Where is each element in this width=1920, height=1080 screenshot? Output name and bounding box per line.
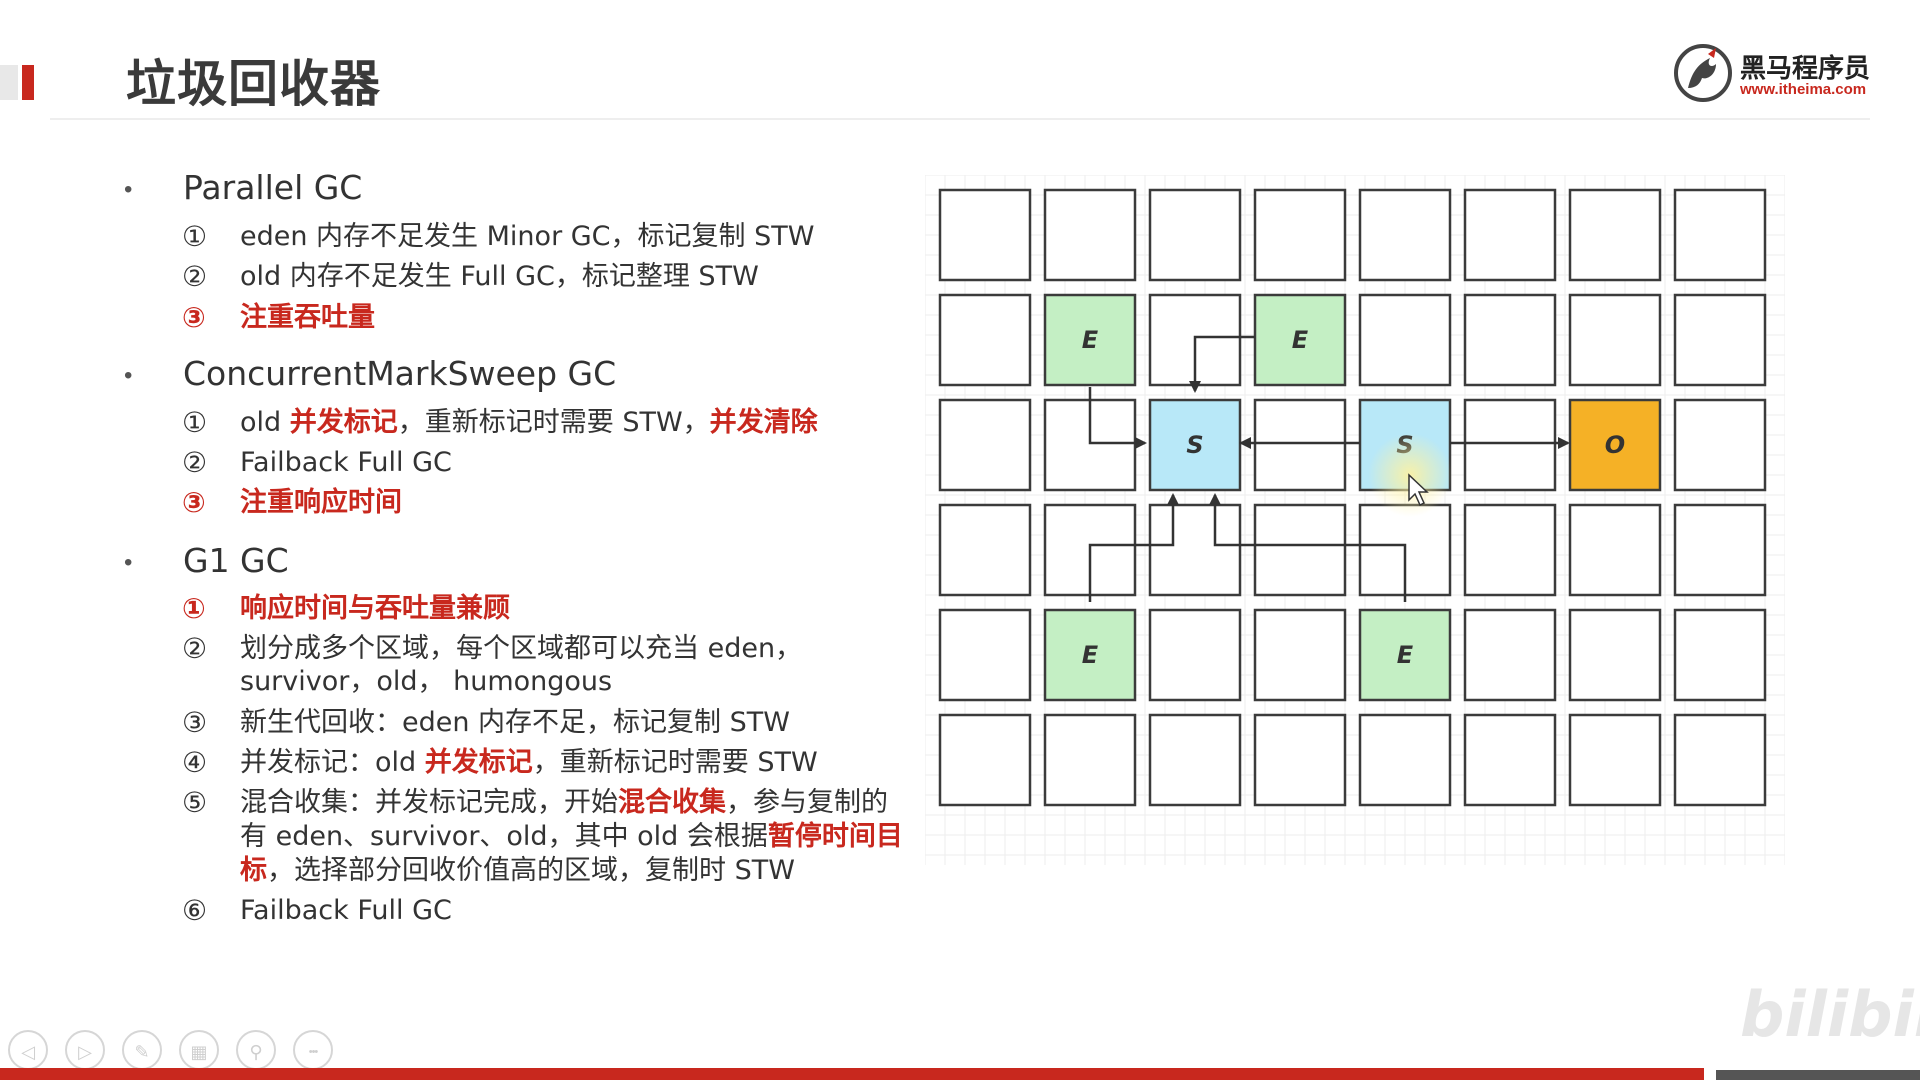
bullet-dot: • xyxy=(124,362,133,389)
item-text: Failback Full GC xyxy=(240,895,452,926)
slide-title: 垃圾回收器 xyxy=(126,55,381,113)
item-text-highlight: 注重吞吐量 xyxy=(240,302,375,333)
item-text: 新生代回收：eden 内存不足，标记复制 STW xyxy=(240,707,790,738)
region-cell-empty xyxy=(1568,503,1662,597)
item-number: ① xyxy=(182,220,208,253)
region-cells: EESSOEE xyxy=(938,188,1767,807)
more-options-button[interactable]: ••• xyxy=(293,1030,333,1070)
region-cell-empty xyxy=(1148,713,1242,807)
item-number: ④ xyxy=(182,746,208,779)
item-number: ② xyxy=(182,446,208,479)
region-label: E xyxy=(1082,641,1099,669)
logo-name: 黑马程序员 xyxy=(1740,54,1871,84)
item-number: ③ xyxy=(182,301,206,334)
region-cell-empty xyxy=(1043,188,1137,282)
region-cell-empty xyxy=(1568,713,1662,807)
item-text: survivor，old， humongous xyxy=(240,666,613,697)
region-cell-empty xyxy=(1463,293,1557,387)
region-cell-empty xyxy=(938,608,1032,702)
region-cell-empty xyxy=(1148,503,1242,597)
item-text: Failback Full GC xyxy=(240,447,452,478)
horse-logo-icon xyxy=(1674,44,1732,102)
region-label: E xyxy=(1397,641,1414,669)
region-cell-empty xyxy=(1568,188,1662,282)
region-cell-empty xyxy=(1673,293,1767,387)
region-cell-empty xyxy=(1463,608,1557,702)
item-text: old 内存不足发生 Full GC，标记整理 STW xyxy=(240,261,759,292)
brand-logo: 黑马程序员 www.itheima.com xyxy=(1672,42,1872,104)
region-cell-empty xyxy=(938,398,1032,492)
slide-grid-button[interactable]: ▦ xyxy=(179,1030,219,1070)
item-text: eden 内存不足发生 Minor GC，标记复制 STW xyxy=(240,221,815,252)
region-cell-empty xyxy=(1253,188,1347,282)
item-number: ③ xyxy=(182,486,206,519)
title-divider xyxy=(50,118,1870,120)
region-cell-empty xyxy=(1148,188,1242,282)
zoom-button[interactable]: ⚲ xyxy=(236,1030,276,1070)
item-text: 并发标记：old 并发标记，重新标记时需要 STW xyxy=(240,747,818,778)
item-text: 划分成多个区域，每个区域都可以充当 eden， xyxy=(240,633,803,664)
title-accent-gray xyxy=(0,65,18,100)
region-cell-empty xyxy=(1673,713,1767,807)
item-number: ① xyxy=(182,592,206,625)
item-number: ② xyxy=(182,632,208,665)
section-heading-parallel: Parallel GC xyxy=(183,168,363,207)
logo-url: www.itheima.com xyxy=(1740,81,1867,98)
item-text: 混合收集：并发标记完成，开始混合收集，参与复制的 xyxy=(240,787,888,818)
bottom-progress-bar xyxy=(0,1068,1704,1080)
region-cell-empty xyxy=(1463,398,1557,492)
region-cell-empty xyxy=(1463,188,1557,282)
item-text-highlight: 注重响应时间 xyxy=(240,487,402,518)
title-accent-bar xyxy=(22,65,34,100)
region-cell-empty xyxy=(1463,713,1557,807)
region-cell-empty xyxy=(1043,713,1137,807)
region-cell-empty xyxy=(1673,398,1767,492)
region-label: E xyxy=(1082,326,1099,354)
bullet-dot: • xyxy=(124,549,133,576)
region-cell-empty xyxy=(1253,713,1347,807)
region-cell-empty xyxy=(1253,503,1347,597)
region-cell-empty xyxy=(1673,188,1767,282)
region-cell-empty xyxy=(1358,188,1452,282)
item-number: ⑤ xyxy=(182,786,208,819)
next-slide-button[interactable]: ▷ xyxy=(65,1030,105,1070)
item-text: 标，选择部分回收价值高的区域，复制时 STW xyxy=(240,855,795,886)
bullet-dot: • xyxy=(124,176,133,203)
g1-region-diagram: EESSOEE xyxy=(925,175,1785,865)
item-number: ⑥ xyxy=(182,894,208,927)
region-cell-empty xyxy=(1358,713,1452,807)
region-cell-empty xyxy=(1253,398,1347,492)
region-label: S xyxy=(1186,431,1203,459)
section-heading-cms: ConcurrentMarkSweep GC xyxy=(183,354,617,393)
item-text-highlight: 响应时间与吞吐量兼顾 xyxy=(240,593,510,624)
region-cell-empty xyxy=(1148,608,1242,702)
region-label: O xyxy=(1605,431,1625,459)
pen-tool-button[interactable]: ✎ xyxy=(122,1030,162,1070)
item-number: ③ xyxy=(182,706,208,739)
bottom-bar-dark xyxy=(1716,1070,1920,1080)
bilibili-watermark: bilibili xyxy=(1740,978,1920,1051)
region-cell-empty xyxy=(1673,608,1767,702)
region-cell-empty xyxy=(938,713,1032,807)
region-cell-empty xyxy=(1358,293,1452,387)
region-cell-empty xyxy=(1568,293,1662,387)
item-number: ① xyxy=(182,406,208,439)
region-label: E xyxy=(1292,326,1309,354)
region-cell-empty xyxy=(938,293,1032,387)
section-heading-g1: G1 GC xyxy=(183,541,289,580)
region-cell-empty xyxy=(938,503,1032,597)
region-cell-empty xyxy=(938,188,1032,282)
region-cell-empty xyxy=(1673,503,1767,597)
region-cell-empty xyxy=(1463,503,1557,597)
region-cell-empty xyxy=(1568,608,1662,702)
previous-slide-button[interactable]: ◁ xyxy=(8,1030,48,1070)
item-text: old 并发标记，重新标记时需要 STW，并发清除 xyxy=(240,407,818,438)
item-number: ② xyxy=(182,260,208,293)
item-text: 有 eden、survivor、old，其中 old 会根据暂停时间目 xyxy=(240,821,903,852)
region-cell-empty xyxy=(1253,608,1347,702)
